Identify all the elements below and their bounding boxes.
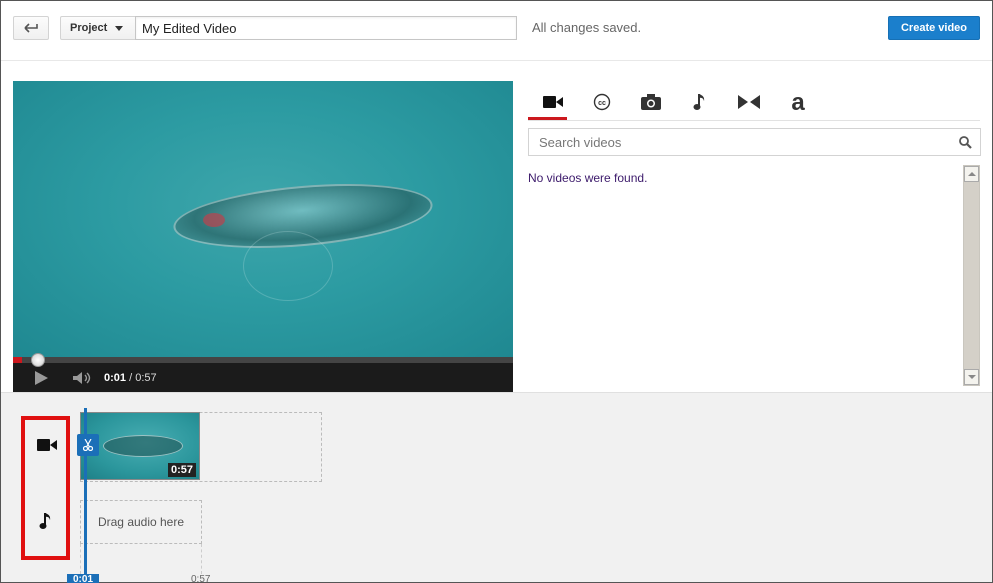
tab-videos[interactable] [528,84,577,120]
bowtie-transitions-icon [737,95,760,109]
time-display: 0:01 / 0:57 [104,372,157,384]
video-camera-icon [542,96,563,108]
music-note-icon [693,94,704,110]
save-status: All changes saved. [532,20,642,35]
media-tabs: cc a [528,84,822,120]
clip-thumbnail-shape [103,435,183,457]
search-input[interactable] [529,134,950,150]
tab-audio[interactable] [675,84,724,120]
scroll-down-button[interactable] [964,369,979,385]
empty-results-message: No videos were found. [528,171,648,185]
video-player[interactable]: 0:01 / 0:57 [13,81,513,392]
back-button[interactable] [13,16,49,40]
closed-caption-icon: cc [593,93,610,111]
video-content-ring [243,231,333,301]
back-arrow-icon [24,23,38,33]
split-clip-button[interactable] [77,434,99,456]
tab-transitions[interactable] [724,84,773,120]
play-icon[interactable] [35,370,48,385]
audio-track-icon [39,513,51,529]
clip-duration-badge: 0:57 [167,463,196,477]
search-box [528,128,981,156]
create-video-button[interactable]: Create video [888,16,980,40]
audio-drop-zone[interactable]: Drag audio here [80,500,202,544]
timeline-end-time: 0:57 [191,574,211,583]
text-a-icon: a [791,92,805,112]
svg-text:a: a [791,92,805,112]
scroll-up-button[interactable] [964,166,979,182]
scissors-icon [83,439,93,451]
tab-captions[interactable]: cc [577,84,626,120]
header-divider [1,60,992,61]
volume-icon[interactable] [72,371,94,385]
video-frame[interactable] [13,81,513,357]
playhead-time: 0:01 [67,574,99,583]
search-button[interactable] [950,129,980,155]
audio-track-guide [80,544,81,574]
arrow-down-icon [967,375,976,379]
current-time: 0:01 [104,371,127,384]
tab-text[interactable]: a [773,84,822,120]
tabs-divider [528,120,980,121]
total-duration: 0:57 [135,371,157,384]
arrow-up-icon [967,172,976,176]
svg-text:cc: cc [598,100,606,107]
video-content-spot [203,213,225,227]
tab-photos[interactable] [626,84,675,120]
time-separator: / [126,371,136,384]
chevron-down-icon [115,25,124,31]
video-track-icon [37,439,57,451]
photo-camera-icon [640,94,661,110]
project-title-input[interactable] [135,16,517,40]
search-icon [958,135,972,149]
player-controls: 0:01 / 0:57 [13,363,513,392]
project-menu-button[interactable]: Project [60,16,136,40]
results-scrollbar[interactable] [963,165,980,386]
project-menu-label: Project [70,22,108,34]
audio-track-guide-end [201,544,202,574]
